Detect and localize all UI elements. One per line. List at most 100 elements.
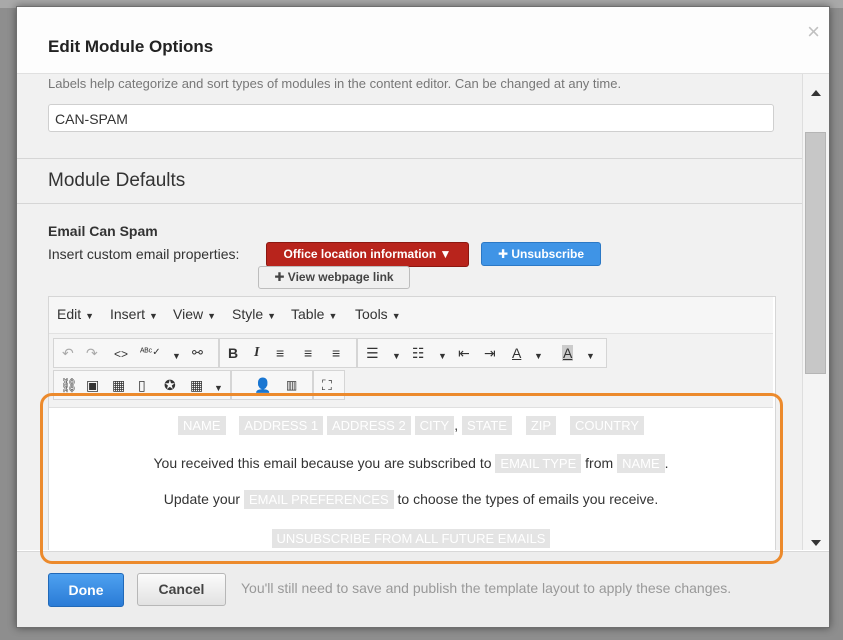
toolbar-group-insert: ⛓ ▣ ▦ ▯ ✪ ▦ ▼ bbox=[53, 370, 231, 400]
video-icon[interactable]: ▦ bbox=[112, 377, 125, 393]
view-webpage-link-button[interactable]: ✚ View webpage link bbox=[258, 266, 410, 289]
caret-down-icon[interactable]: ▼ bbox=[392, 348, 401, 364]
source-code-icon[interactable]: <> bbox=[114, 346, 128, 362]
toolbar-group-view: ⛶ bbox=[313, 370, 345, 400]
cancel-button[interactable]: Cancel bbox=[137, 573, 226, 606]
token-zip: ZIP bbox=[525, 416, 557, 435]
section-divider bbox=[17, 158, 802, 159]
token-name: NAME bbox=[177, 416, 226, 435]
update-text: Update your bbox=[163, 491, 241, 507]
numbered-list-icon[interactable]: ☷ bbox=[412, 345, 425, 361]
background-color-icon[interactable]: A bbox=[562, 345, 574, 361]
token-country: COUNTRY bbox=[569, 416, 645, 435]
token-name: NAME bbox=[617, 454, 665, 473]
menu-label: Tools bbox=[355, 306, 388, 322]
caret-down-icon[interactable]: ▼ bbox=[438, 348, 447, 364]
scroll-down-icon[interactable] bbox=[811, 540, 821, 546]
text-color-icon[interactable]: A bbox=[512, 345, 521, 361]
token-email-type: EMAIL TYPE bbox=[495, 454, 582, 473]
menu-label: View bbox=[173, 306, 204, 322]
modal-title: Edit Module Options bbox=[48, 37, 214, 56]
token-state: STATE bbox=[462, 416, 512, 435]
indent-icon[interactable]: ⇥ bbox=[484, 345, 496, 361]
close-icon[interactable]: × bbox=[807, 21, 820, 43]
toolbar-group-format: B I ≡ ≡ ≡ bbox=[219, 338, 357, 368]
spellcheck-icon[interactable]: ᴬᴮᶜ✓ bbox=[140, 345, 161, 361]
caret-down-icon: ▼ bbox=[267, 311, 277, 321]
caret-down-icon[interactable]: ▼ bbox=[534, 348, 543, 364]
modal-header: Edit Module Options × bbox=[17, 7, 829, 74]
special-character-icon[interactable]: ✪ bbox=[164, 377, 176, 393]
address-line: NAME ADDRESS 1 ADDRESS 2 CITY, STATE ZIP… bbox=[49, 416, 773, 435]
find-icon[interactable]: ⚯ bbox=[192, 345, 203, 361]
person-icon[interactable]: 👤 bbox=[254, 377, 271, 393]
comma: , bbox=[454, 417, 459, 433]
office-location-button[interactable]: Office location information ▼ bbox=[266, 242, 469, 267]
menu-insert[interactable]: Insert ▼ bbox=[110, 306, 158, 322]
subscription-line: You received this email because you are … bbox=[49, 454, 773, 473]
done-button[interactable]: Done bbox=[48, 573, 124, 607]
subscription-text: You received this email because you are … bbox=[153, 455, 492, 471]
italic-icon[interactable]: I bbox=[254, 345, 259, 361]
toolbar-group-lists: ☰ ▼ ☷ ▼ ⇤ ⇥ A ▼ A ▼ bbox=[357, 338, 607, 368]
token-city: CITY bbox=[414, 416, 455, 435]
period: . bbox=[664, 455, 669, 471]
rich-text-editor: Edit ▼ Insert ▼ View ▼ Style ▼ Table ▼ Tools ▼… bbox=[48, 296, 776, 550]
menu-tools[interactable]: Tools ▼ bbox=[355, 306, 401, 322]
caret-down-icon: ▼ bbox=[328, 311, 338, 321]
unsubscribe-line: UNSUBSCRIBE FROM ALL FUTURE EMAILS bbox=[49, 529, 773, 548]
menu-edit[interactable]: Edit ▼ bbox=[57, 306, 94, 322]
menu-label: Style bbox=[232, 306, 264, 322]
align-left-icon[interactable]: ≡ bbox=[276, 345, 284, 361]
bullet-list-icon[interactable]: ☰ bbox=[366, 345, 379, 361]
from-text: from bbox=[585, 455, 614, 471]
scroll-up-icon[interactable] bbox=[811, 90, 821, 96]
document-icon[interactable]: ▯ bbox=[138, 377, 146, 393]
menu-label: Table bbox=[291, 306, 325, 322]
preferences-text: to choose the types of emails you receiv… bbox=[397, 491, 659, 507]
fullscreen-icon[interactable]: ⛶ bbox=[322, 377, 332, 393]
caret-down-icon[interactable]: ▼ bbox=[586, 348, 595, 364]
outdent-icon[interactable]: ⇤ bbox=[458, 345, 470, 361]
bold-icon[interactable]: B bbox=[228, 345, 238, 361]
labels-help-text: Labels help categorize and sort types of… bbox=[48, 76, 622, 91]
align-right-icon[interactable]: ≡ bbox=[332, 345, 340, 361]
caret-down-icon: ▼ bbox=[85, 311, 95, 321]
toolbar-group-history: ↶ ↷ <> ᴬᴮᶜ✓ ▼ ⚯ bbox=[53, 338, 219, 368]
menu-view[interactable]: View ▼ bbox=[173, 306, 216, 322]
labels-input[interactable]: CAN-SPAM bbox=[48, 104, 774, 132]
section-title: Module Defaults bbox=[48, 170, 186, 191]
insert-properties-label: Insert custom email properties: bbox=[48, 246, 240, 262]
image-icon[interactable]: ▣ bbox=[86, 377, 99, 393]
modal-scrollbar[interactable] bbox=[802, 74, 829, 550]
unsubscribe-button[interactable]: ✚ Unsubscribe bbox=[481, 242, 601, 266]
toolbar-group-personalize: 👤 ▥ bbox=[231, 370, 313, 400]
section-divider bbox=[17, 203, 802, 204]
menu-label: Edit bbox=[57, 306, 82, 322]
preferences-line: Update your EMAIL PREFERENCES to choose … bbox=[49, 490, 773, 509]
modal-footer: Done Cancel You'll still need to save an… bbox=[17, 551, 829, 627]
token-email-preferences: EMAIL PREFERENCES bbox=[243, 490, 394, 509]
undo-icon[interactable]: ↶ bbox=[62, 345, 74, 361]
modal-body: Labels help categorize and sort types of… bbox=[17, 74, 802, 550]
token-address-2: ADDRESS 2 bbox=[327, 416, 411, 435]
scroll-thumb[interactable] bbox=[805, 132, 826, 374]
table-icon[interactable]: ▦ bbox=[190, 377, 203, 393]
editor-content[interactable]: NAME ADDRESS 1 ADDRESS 2 CITY, STATE ZIP… bbox=[49, 408, 773, 550]
building-icon[interactable]: ▥ bbox=[286, 377, 297, 393]
caret-down-icon: ▼ bbox=[391, 311, 401, 321]
redo-icon[interactable]: ↷ bbox=[86, 345, 98, 361]
caret-down-icon[interactable]: ▼ bbox=[214, 380, 223, 396]
editor-menubar: Edit ▼ Insert ▼ View ▼ Style ▼ Table ▼ Tools ▼ bbox=[49, 297, 773, 334]
editor-toolbar: ↶ ↷ <> ᴬᴮᶜ✓ ▼ ⚯ B I ≡ ≡ ≡ ☰ ▼ ☷ ▼ ⇤ ⇥ A … bbox=[49, 334, 773, 408]
edit-module-modal: Edit Module Options × Labels help catego… bbox=[16, 6, 830, 628]
token-unsubscribe: UNSUBSCRIBE FROM ALL FUTURE EMAILS bbox=[271, 529, 551, 548]
field-title: Email Can Spam bbox=[48, 223, 158, 239]
link-icon[interactable]: ⛓ bbox=[60, 377, 78, 393]
caret-down-icon: ▼ bbox=[207, 311, 217, 321]
footer-note: You'll still need to save and publish th… bbox=[241, 580, 732, 596]
menu-table[interactable]: Table ▼ bbox=[291, 306, 337, 322]
menu-style[interactable]: Style ▼ bbox=[232, 306, 276, 322]
caret-down-icon[interactable]: ▼ bbox=[172, 348, 181, 364]
align-center-icon[interactable]: ≡ bbox=[304, 345, 312, 361]
